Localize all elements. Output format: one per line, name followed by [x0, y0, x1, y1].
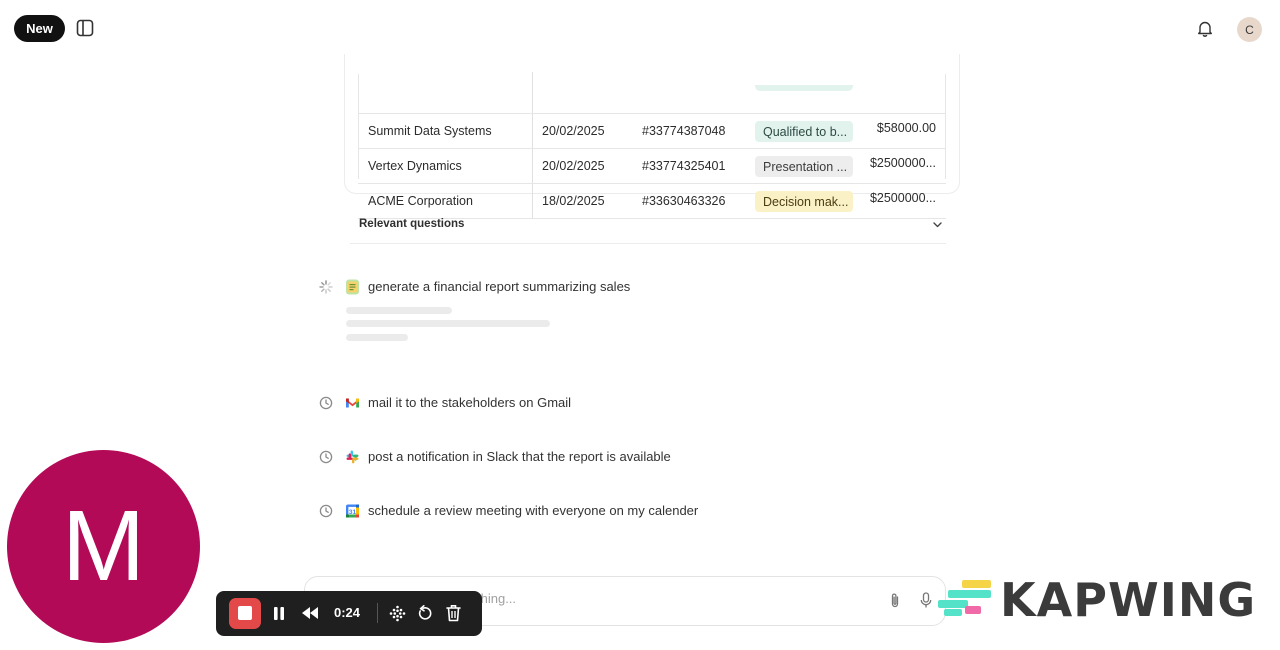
task-step[interactable]: post a notification in Slack that the re…	[319, 448, 939, 468]
loading-spinner-icon	[319, 280, 333, 294]
loading-skeleton-line	[346, 334, 408, 341]
notification-bell-icon[interactable]	[1197, 20, 1213, 37]
user-avatar[interactable]: C	[1237, 17, 1262, 42]
loading-skeleton-line	[346, 307, 452, 314]
microphone-icon[interactable]	[920, 592, 932, 609]
stage-pill: Presentation ...	[755, 156, 853, 177]
clock-icon	[319, 450, 333, 464]
kapwing-watermark: KAPWING	[1000, 573, 1257, 627]
rewind-icon[interactable]	[300, 606, 320, 620]
relevant-questions-label[interactable]: Relevant questions	[359, 218, 464, 230]
task-step[interactable]: 31 schedule a review meeting with everyo…	[319, 502, 939, 522]
chevron-down-icon[interactable]	[931, 218, 944, 231]
table-row-partial	[358, 72, 946, 114]
step-text: generate a financial report summarizing …	[368, 279, 631, 294]
date-cell: 18/02/2025	[542, 194, 605, 208]
presenter-avatar: M	[7, 450, 200, 643]
loading-skeleton-line	[346, 320, 550, 327]
pause-icon[interactable]	[272, 606, 286, 621]
deal-id-cell: #33774387048	[642, 124, 726, 138]
table-fade	[358, 54, 946, 74]
deal-id-cell: #33774325401	[642, 159, 726, 173]
clock-icon	[319, 504, 333, 518]
gmail-icon	[346, 398, 359, 408]
grid-dots-icon[interactable]	[389, 605, 406, 622]
amount-cell: $2500000...	[869, 156, 936, 170]
table-row[interactable]: Vertex Dynamics 20/02/2025 #33774325401 …	[358, 149, 946, 184]
clock-icon	[319, 396, 333, 410]
step-text: schedule a review meeting with everyone …	[368, 503, 699, 518]
trash-icon[interactable]	[446, 604, 461, 622]
amount-cell: $58000.00	[876, 121, 936, 135]
task-step[interactable]: mail it to the stakeholders on Gmail	[319, 394, 939, 414]
kapwing-logo-icon	[938, 580, 991, 616]
new-chat-button[interactable]: New	[14, 15, 65, 42]
table-row[interactable]: ACME Corporation 18/02/2025 #33630463326…	[358, 184, 946, 219]
chat-input-placeholder[interactable]: thing...	[477, 591, 516, 606]
date-cell: 20/02/2025	[542, 124, 605, 138]
stage-pill: Decision mak...	[755, 191, 853, 212]
table-border-right	[945, 74, 946, 179]
recorder-divider	[377, 603, 378, 623]
table-row[interactable]: Summit Data Systems 20/02/2025 #33774387…	[358, 114, 946, 149]
amount-cell: $2500000...	[869, 191, 936, 205]
date-cell: 20/02/2025	[542, 159, 605, 173]
attachment-paperclip-icon[interactable]	[888, 592, 902, 609]
recording-elapsed-time: 0:24	[334, 605, 361, 620]
step-text: post a notification in Slack that the re…	[368, 449, 671, 464]
table-border-left	[358, 74, 359, 179]
company-cell: ACME Corporation	[368, 194, 473, 208]
stage-pill-partial	[755, 85, 853, 91]
report-app-icon	[346, 279, 359, 295]
slack-icon	[346, 450, 359, 464]
divider	[350, 243, 946, 244]
stop-recording-button[interactable]	[229, 598, 261, 629]
company-cell: Vertex Dynamics	[368, 159, 462, 173]
sidebar-toggle-icon[interactable]	[76, 19, 94, 37]
restart-icon[interactable]	[417, 605, 433, 622]
stage-pill: Qualified to b...	[755, 121, 853, 142]
deal-id-cell: #33630463326	[642, 194, 726, 208]
svg-text:31: 31	[349, 509, 357, 516]
step-text: mail it to the stakeholders on Gmail	[368, 395, 572, 410]
company-cell: Summit Data Systems	[368, 124, 492, 138]
task-step[interactable]: generate a financial report summarizing …	[319, 278, 939, 298]
google-calendar-icon: 31	[346, 504, 359, 518]
